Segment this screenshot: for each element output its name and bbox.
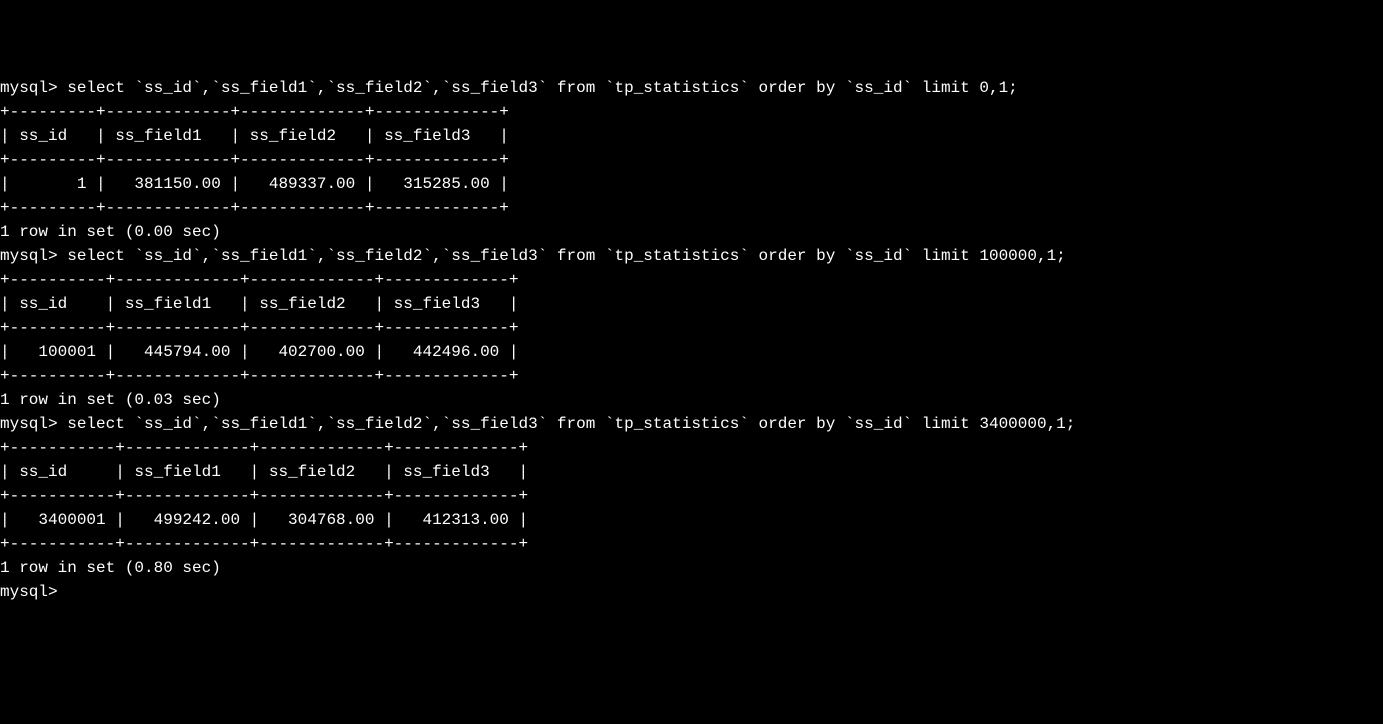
table-border-top-0: +---------+-------------+-------------+-… bbox=[0, 100, 1383, 124]
table-border-bottom-0: +---------+-------------+-------------+-… bbox=[0, 196, 1383, 220]
table-header-0: | ss_id | ss_field1 | ss_field2 | ss_fie… bbox=[0, 124, 1383, 148]
table-border-top-2: +-----------+-------------+-------------… bbox=[0, 436, 1383, 460]
table-border-bottom-1: +----------+-------------+-------------+… bbox=[0, 364, 1383, 388]
query-command-1: mysql> select `ss_id`,`ss_field1`,`ss_fi… bbox=[0, 244, 1383, 268]
result-summary-1: 1 row in set (0.03 sec) bbox=[0, 388, 1383, 412]
table-header-1: | ss_id | ss_field1 | ss_field2 | ss_fie… bbox=[0, 292, 1383, 316]
result-summary-0: 1 row in set (0.00 sec) bbox=[0, 220, 1383, 244]
table-row-1-0: | 100001 | 445794.00 | 402700.00 | 44249… bbox=[0, 340, 1383, 364]
table-border-bottom-2: +-----------+-------------+-------------… bbox=[0, 532, 1383, 556]
table-border-top-1: +----------+-------------+-------------+… bbox=[0, 268, 1383, 292]
table-border-mid-1: +----------+-------------+-------------+… bbox=[0, 316, 1383, 340]
table-header-2: | ss_id | ss_field1 | ss_field2 | ss_fie… bbox=[0, 460, 1383, 484]
mysql-terminal[interactable]: mysql> select `ss_id`,`ss_field1`,`ss_fi… bbox=[0, 76, 1383, 604]
table-border-mid-2: +-----------+-------------+-------------… bbox=[0, 484, 1383, 508]
mysql-prompt-active[interactable]: mysql> bbox=[0, 580, 1383, 604]
table-row-0-0: | 1 | 381150.00 | 489337.00 | 315285.00 … bbox=[0, 172, 1383, 196]
query-command-2: mysql> select `ss_id`,`ss_field1`,`ss_fi… bbox=[0, 412, 1383, 436]
table-row-2-0: | 3400001 | 499242.00 | 304768.00 | 4123… bbox=[0, 508, 1383, 532]
query-command-0: mysql> select `ss_id`,`ss_field1`,`ss_fi… bbox=[0, 76, 1383, 100]
table-border-mid-0: +---------+-------------+-------------+-… bbox=[0, 148, 1383, 172]
result-summary-2: 1 row in set (0.80 sec) bbox=[0, 556, 1383, 580]
